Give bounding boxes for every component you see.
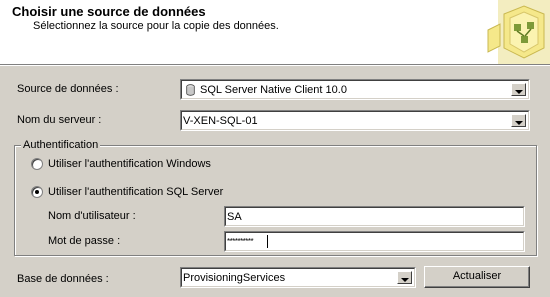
windows-auth-radio[interactable] xyxy=(31,158,43,170)
username-input[interactable]: SA xyxy=(224,206,525,227)
radio-selected-dot xyxy=(35,190,39,194)
windows-auth-label[interactable]: Utiliser l'authentification Windows xyxy=(48,158,211,171)
password-value: ********** xyxy=(227,237,254,246)
sql-auth-radio[interactable] xyxy=(31,186,43,198)
server-name-label: Nom du serveur : xyxy=(17,114,102,126)
sql-auth-label[interactable]: Utiliser l'authentification SQL Server xyxy=(48,186,223,199)
wizard-connector-icon xyxy=(484,0,550,64)
server-name-combobox[interactable]: V-XEN-SQL-01 xyxy=(180,110,530,131)
username-value: SA xyxy=(227,211,242,223)
data-source-value: SQL Server Native Client 10.0 xyxy=(200,84,347,96)
username-label: Nom d'utilisateur : xyxy=(48,210,136,222)
chevron-down-icon[interactable] xyxy=(397,271,412,284)
password-label: Mot de passe : xyxy=(48,235,121,247)
page-subtitle: Sélectionnez la source pour la copie des… xyxy=(33,20,279,32)
database-label: Base de données : xyxy=(17,273,109,285)
data-source-select[interactable]: SQL Server Native Client 10.0 xyxy=(180,79,530,100)
header-divider-highlight xyxy=(0,65,550,66)
server-name-value: V-XEN-SQL-01 xyxy=(183,115,258,127)
text-cursor xyxy=(267,235,268,248)
database-icon xyxy=(186,84,195,99)
database-value: ProvisioningServices xyxy=(183,272,286,284)
chevron-down-icon[interactable] xyxy=(511,83,526,96)
page-title: Choisir une source de données xyxy=(12,4,206,19)
data-source-label: Source de données : xyxy=(17,83,119,95)
authentication-legend: Authentification xyxy=(21,139,101,152)
password-input[interactable]: ********** xyxy=(224,231,525,252)
chevron-down-icon[interactable] xyxy=(511,114,526,127)
refresh-button[interactable]: Actualiser xyxy=(424,266,530,288)
database-combobox[interactable]: ProvisioningServices xyxy=(180,267,416,288)
